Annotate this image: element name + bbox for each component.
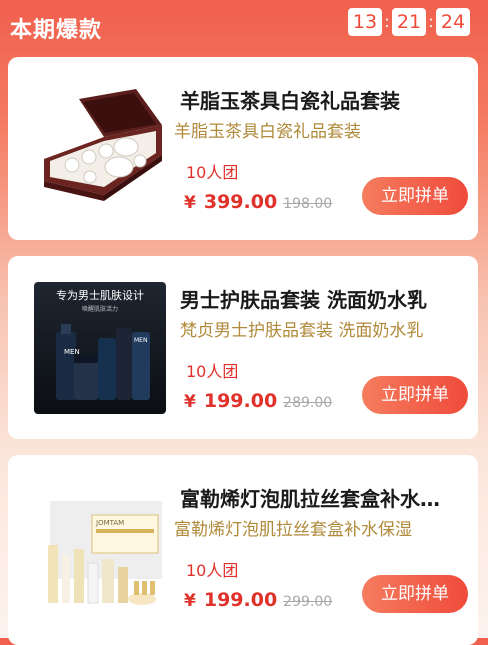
product-subtitle: 羊脂玉茶具白瓷礼品套装 [174, 122, 361, 142]
group-size-label: 10人团 [186, 362, 239, 381]
countdown-timer: 13 : 21 : 24 [348, 8, 470, 36]
timer-separator: : [428, 12, 434, 31]
group-price: 399.00 [203, 191, 278, 213]
product-card[interactable]: JOMTAM 富勒烯灯泡肌拉丝套盒补水保湿 富勒烯灯泡肌拉丝套盒补水保湿 10人… [8, 455, 478, 645]
product-card[interactable]: 羊脂玉茶具白瓷礼品套装 羊脂玉茶具白瓷礼品套装 10人团 ¥ 399.00 19… [8, 57, 478, 240]
original-price: 289.00 [283, 395, 333, 411]
group-size-label: 10人团 [186, 561, 239, 580]
product-subtitle: 梵贞男士护肤品套装 洗面奶水乳 [180, 321, 424, 341]
timer-seconds: 24 [436, 8, 470, 36]
product-image-fullerene-set[interactable]: JOMTAM [38, 493, 168, 623]
original-price: 299.00 [283, 594, 333, 610]
men-skincare-set-icon: 专为男士肌肤设计 唤醒肌肤活力 MEN MEN [34, 282, 166, 414]
group-size-label: 10人团 [186, 163, 239, 182]
svg-text:专为男士肌肤设计: 专为男士肌肤设计 [56, 288, 144, 302]
product-image-men-skincare[interactable]: 专为男士肌肤设计 唤醒肌肤活力 MEN MEN [34, 282, 166, 414]
section-title: 本期爆款 [10, 18, 103, 43]
product-name: 男士护肤品套装 洗面奶水乳 [180, 288, 427, 312]
product-card[interactable]: 专为男士肌肤设计 唤醒肌肤活力 MEN MEN 男士护肤品套装 洗面奶水乳 梵贞… [8, 256, 478, 439]
tea-set-box-icon [34, 77, 169, 212]
group-price: 199.00 [203, 390, 278, 412]
currency-symbol: ¥ [184, 392, 196, 412]
product-name: 羊脂玉茶具白瓷礼品套装 [180, 89, 400, 113]
timer-minutes: 21 [392, 8, 426, 36]
price-row: ¥ 199.00 299.00 [184, 589, 332, 611]
header: 本期爆款 13 : 21 : 24 [0, 0, 488, 52]
product-image-tea-set[interactable] [34, 77, 169, 212]
svg-text:唤醒肌肤活力: 唤醒肌肤活力 [82, 305, 118, 313]
timer-separator: : [384, 12, 390, 31]
currency-symbol: ¥ [184, 193, 196, 213]
svg-text:MEN: MEN [134, 337, 147, 344]
product-name: 富勒烯灯泡肌拉丝套盒补水保湿 [180, 487, 450, 511]
group-price: 199.00 [203, 589, 278, 611]
buy-now-button[interactable]: 立即拼单 [362, 376, 468, 414]
price-row: ¥ 399.00 198.00 [184, 191, 332, 213]
product-subtitle: 富勒烯灯泡肌拉丝套盒补水保湿 [174, 520, 412, 540]
timer-hours: 13 [348, 8, 382, 36]
fullerene-skincare-box-icon: JOMTAM [38, 493, 168, 623]
svg-text:MEN: MEN [64, 348, 80, 356]
original-price: 198.00 [283, 196, 333, 212]
price-row: ¥ 199.00 289.00 [184, 390, 332, 412]
svg-text:JOMTAM: JOMTAM [95, 519, 124, 527]
buy-now-button[interactable]: 立即拼单 [362, 177, 468, 215]
currency-symbol: ¥ [184, 591, 196, 611]
buy-now-button[interactable]: 立即拼单 [362, 575, 468, 613]
